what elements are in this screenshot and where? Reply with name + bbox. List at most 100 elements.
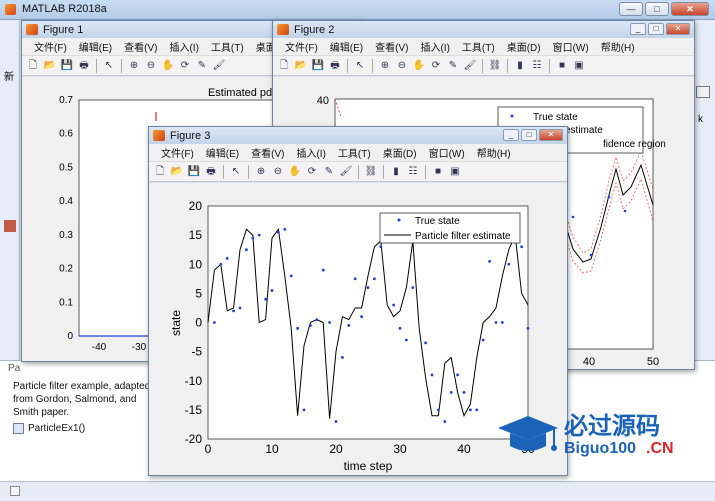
new-figure-icon[interactable]: 🗋 bbox=[153, 165, 167, 179]
y-tick-label: 15 bbox=[189, 228, 203, 242]
menu-desktop[interactable]: 桌面(D) bbox=[501, 39, 547, 54]
print-icon[interactable]: 🖶 bbox=[204, 165, 218, 179]
matlab-figure-icon bbox=[26, 24, 38, 35]
data-point-true-state bbox=[225, 257, 229, 260]
save-icon[interactable]: 💾 bbox=[60, 59, 74, 73]
menu-tools[interactable]: 工具(T) bbox=[205, 39, 250, 54]
brush-icon[interactable]: 🖌 bbox=[212, 59, 226, 73]
pan-icon[interactable]: ✋ bbox=[161, 59, 175, 73]
zoom-in-icon[interactable]: ⊕ bbox=[127, 59, 141, 73]
zoom-out-icon[interactable]: ⊖ bbox=[395, 59, 409, 73]
menu-window[interactable]: 窗口(W) bbox=[547, 39, 595, 54]
rotate-icon[interactable]: ⟳ bbox=[429, 59, 443, 73]
data-point-true-state bbox=[219, 262, 223, 266]
toolbar-separator bbox=[425, 164, 426, 179]
brush-icon[interactable]: 🖌 bbox=[463, 59, 477, 73]
legend-marker-icon bbox=[510, 114, 514, 118]
menu-view[interactable]: 查看(V) bbox=[245, 145, 290, 160]
colorbar-icon[interactable]: ▮ bbox=[389, 165, 403, 179]
close-icon[interactable]: ✕ bbox=[671, 2, 709, 16]
print-icon[interactable]: 🖶 bbox=[77, 59, 91, 73]
zoom-in-icon[interactable]: ⊕ bbox=[378, 59, 392, 73]
brush-icon[interactable]: 🖌 bbox=[339, 165, 353, 179]
link-plot-icon[interactable]: ⛓ bbox=[364, 165, 378, 179]
hide-tools-icon[interactable]: ■ bbox=[555, 59, 569, 73]
legend-icon[interactable]: ☷ bbox=[406, 165, 420, 179]
menu-edit[interactable]: 编辑(E) bbox=[324, 39, 369, 54]
open-icon[interactable]: 📂 bbox=[294, 59, 308, 73]
data-cursor-icon[interactable]: ✎ bbox=[195, 59, 209, 73]
data-cursor-icon[interactable]: ✎ bbox=[322, 165, 336, 179]
legend-icon[interactable]: ☷ bbox=[530, 59, 544, 73]
data-cursor-icon[interactable]: ✎ bbox=[446, 59, 460, 73]
help-link-row[interactable]: ParticleEx1() bbox=[13, 422, 85, 435]
zoom-out-icon[interactable]: ⊖ bbox=[144, 59, 158, 73]
menu-file[interactable]: 文件(F) bbox=[28, 39, 73, 54]
menu-desktop[interactable]: 桌面(D) bbox=[377, 145, 423, 160]
new-figure-icon[interactable]: 🗋 bbox=[26, 59, 40, 73]
open-icon[interactable]: 📂 bbox=[43, 59, 57, 73]
colorbar-icon[interactable]: ▮ bbox=[513, 59, 527, 73]
menu-file[interactable]: 文件(F) bbox=[155, 145, 200, 160]
data-point-true-state bbox=[257, 233, 261, 237]
menu-insert[interactable]: 插入(I) bbox=[163, 39, 204, 54]
help-line: Smith paper. bbox=[13, 407, 70, 418]
menu-file[interactable]: 文件(F) bbox=[279, 39, 324, 54]
script-icon bbox=[13, 423, 24, 434]
maximize-icon[interactable]: □ bbox=[521, 129, 537, 141]
minimize-icon[interactable]: — bbox=[619, 2, 643, 16]
close-icon[interactable]: ✕ bbox=[666, 23, 690, 35]
menu-help[interactable]: 帮助(H) bbox=[595, 39, 641, 54]
data-point-true-state bbox=[462, 391, 466, 394]
rotate-icon[interactable]: ⟳ bbox=[178, 59, 192, 73]
zoom-in-icon[interactable]: ⊕ bbox=[254, 165, 268, 179]
data-point-true-state bbox=[501, 321, 504, 324]
menu-edit[interactable]: 编辑(E) bbox=[200, 145, 245, 160]
pan-icon[interactable]: ✋ bbox=[412, 59, 426, 73]
close-icon[interactable]: ✕ bbox=[539, 129, 563, 141]
data-point-true-state bbox=[373, 277, 376, 281]
menu-insert[interactable]: 插入(I) bbox=[414, 39, 455, 54]
y-tick-label: 10 bbox=[189, 257, 203, 271]
save-icon[interactable]: 💾 bbox=[311, 59, 325, 73]
data-point-true-state bbox=[379, 245, 383, 249]
toolbar-separator bbox=[96, 58, 97, 73]
data-point-true-state bbox=[456, 373, 459, 377]
help-link[interactable]: ParticleEx1() bbox=[28, 422, 85, 435]
open-icon[interactable]: 📂 bbox=[170, 165, 184, 179]
new-figure-icon[interactable]: 🗋 bbox=[277, 59, 291, 73]
data-point-true-state bbox=[526, 326, 530, 330]
y-axis-label: state bbox=[169, 310, 183, 336]
minimize-icon[interactable]: _ bbox=[503, 129, 519, 141]
menu-tools[interactable]: 工具(T) bbox=[456, 39, 501, 54]
save-icon[interactable]: 💾 bbox=[187, 165, 201, 179]
watermark-brand: 必过源码 bbox=[564, 412, 660, 440]
x-tick-label: -30 bbox=[132, 342, 147, 353]
menu-window[interactable]: 窗口(W) bbox=[423, 145, 471, 160]
maximize-icon[interactable]: □ bbox=[645, 2, 669, 16]
menu-view[interactable]: 查看(V) bbox=[369, 39, 414, 54]
zoom-out-icon[interactable]: ⊖ bbox=[271, 165, 285, 179]
hide-tools-icon[interactable]: ■ bbox=[431, 165, 445, 179]
data-point-true-state bbox=[289, 274, 293, 278]
link-plot-icon[interactable]: ⛓ bbox=[488, 59, 502, 73]
show-tools-icon[interactable]: ▣ bbox=[448, 165, 462, 179]
menu-help[interactable]: 帮助(H) bbox=[471, 145, 517, 160]
maximize-icon[interactable]: □ bbox=[648, 23, 664, 35]
y-tick-label: 0.5 bbox=[59, 162, 73, 173]
menu-insert[interactable]: 插入(I) bbox=[290, 145, 331, 160]
pointer-icon[interactable]: ↖ bbox=[229, 165, 243, 179]
show-tools-icon[interactable]: ▣ bbox=[572, 59, 586, 73]
data-point-true-state bbox=[488, 259, 491, 263]
x-tick-label: 40 bbox=[457, 442, 471, 456]
menu-edit[interactable]: 编辑(E) bbox=[73, 39, 118, 54]
menu-view[interactable]: 查看(V) bbox=[118, 39, 163, 54]
pointer-icon[interactable]: ↖ bbox=[102, 59, 116, 73]
minimize-icon[interactable]: _ bbox=[630, 23, 646, 35]
pointer-icon[interactable]: ↖ bbox=[353, 59, 367, 73]
print-icon[interactable]: 🖶 bbox=[328, 59, 342, 73]
pan-icon[interactable]: ✋ bbox=[288, 165, 302, 179]
dock-icon[interactable] bbox=[696, 86, 710, 98]
menu-tools[interactable]: 工具(T) bbox=[332, 145, 377, 160]
rotate-icon[interactable]: ⟳ bbox=[305, 165, 319, 179]
